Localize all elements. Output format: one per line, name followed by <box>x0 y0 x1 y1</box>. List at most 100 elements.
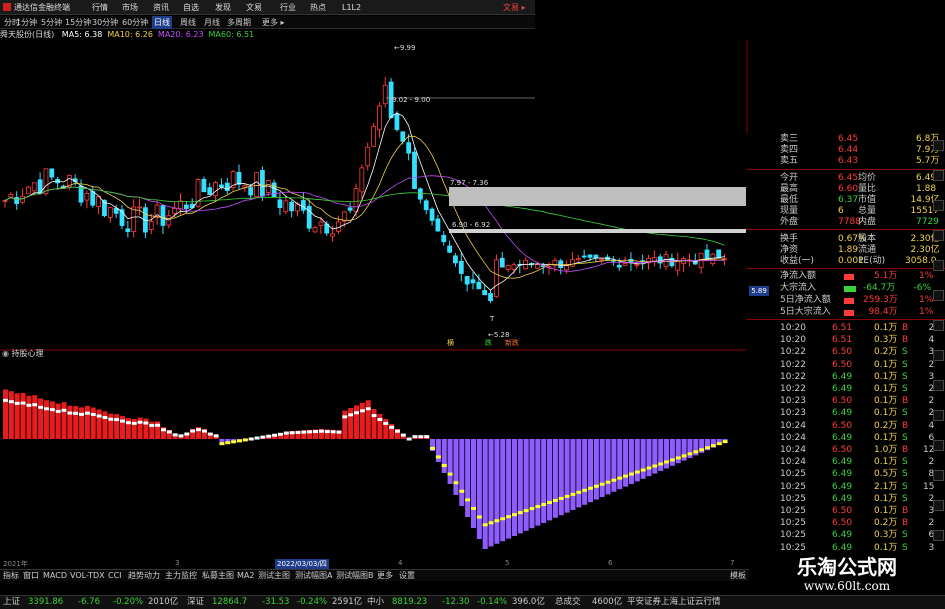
candle-body <box>178 200 183 210</box>
indicator-line-seg <box>190 429 196 433</box>
side-tool-icon[interactable] <box>933 350 944 361</box>
indicator-line-seg <box>277 432 283 436</box>
broker-name: 平安证券上海上证云行情 <box>627 597 721 607</box>
bottom-tab-7[interactable]: 私募主图 <box>202 570 234 582</box>
date-mark-1: 4 <box>398 559 403 567</box>
tick-dir-10: B <box>902 445 909 455</box>
side-tool-icon[interactable] <box>933 140 944 151</box>
candle-body <box>482 290 488 296</box>
ask-label-0: 卖三 <box>780 134 799 144</box>
template-button[interactable]: 模板 <box>730 570 746 582</box>
period-5[interactable]: 60分钟 <box>122 16 148 29</box>
indicator-line-seg <box>506 515 512 519</box>
index-name-1[interactable]: 深证 <box>187 596 204 609</box>
indicator-line-seg <box>628 472 634 476</box>
candle-body <box>441 235 447 243</box>
tick-dir-1: B <box>902 335 909 346</box>
candle-body <box>312 227 318 233</box>
indicator-line-seg <box>131 421 137 425</box>
menu-5[interactable]: 文易 <box>246 0 262 15</box>
menu-3[interactable]: 自选 <box>183 0 199 15</box>
tick-vol-3: 0.1万 <box>874 359 898 370</box>
period-4[interactable]: 30分钟 <box>92 16 118 29</box>
tick-price-12: 6.49 <box>832 469 853 480</box>
indicator-line-seg <box>49 408 55 412</box>
bottom-tab-8[interactable]: MA2 <box>237 570 254 582</box>
side-tool-icon[interactable] <box>933 380 944 391</box>
indicator-bar <box>342 410 348 439</box>
side-tool-icon[interactable] <box>933 200 944 211</box>
indicator-line-seg <box>102 415 108 419</box>
date-axis: 2021年 2022/03/03/四 3 4 5 6 7 <box>0 559 740 569</box>
period-1[interactable]: 1分钟 <box>16 16 37 29</box>
bottom-tab-5[interactable]: 趋势动力 <box>128 570 160 582</box>
indicator-line-seg <box>55 409 61 413</box>
candle-body <box>587 254 593 258</box>
period-7[interactable]: 周线 <box>180 16 196 29</box>
period-9[interactable]: 多周期 <box>227 16 251 29</box>
tick-vol-16: 0.2万 <box>874 518 898 529</box>
menu-2[interactable]: 资讯 <box>153 0 169 15</box>
bottom-tab-1[interactable]: 窗口 <box>23 570 39 582</box>
side-tool-icon[interactable] <box>933 500 944 511</box>
menu-4[interactable]: 发现 <box>215 0 231 15</box>
bottom-tab-0[interactable]: 指标 <box>3 570 19 582</box>
menu-8[interactable]: L1L2 <box>342 0 361 15</box>
bottom-tab-9[interactable]: 测试主图 <box>258 570 290 582</box>
indicator-line-seg <box>231 440 237 444</box>
indicator-bar <box>664 439 670 469</box>
candle-body <box>365 146 371 167</box>
period-10[interactable]: 更多 ▸ <box>262 16 285 29</box>
period-3[interactable]: 15分钟 <box>65 16 91 29</box>
menu-6[interactable]: 行业 <box>280 0 296 15</box>
indicator-line-seg <box>32 403 38 407</box>
indicator-line-seg <box>155 423 161 427</box>
indicator-bar <box>90 407 96 439</box>
index-pct-1: -0.24% <box>297 597 328 607</box>
tick-vol-14: 0.1万 <box>874 493 898 504</box>
tick-dir-3: S <box>902 359 908 370</box>
side-tool-icon[interactable] <box>933 290 944 301</box>
side-tool-icon[interactable] <box>933 260 944 271</box>
bottom-tab-3[interactable]: VOL-TDX <box>70 570 105 582</box>
tick-time-14: 10:25 <box>780 493 806 504</box>
side-tool-icon[interactable] <box>933 320 944 331</box>
index-name-2[interactable]: 中小 <box>367 596 384 609</box>
index-name-0[interactable]: 上证 <box>3 596 20 609</box>
menu-0[interactable]: 行情 <box>92 0 108 15</box>
side-tool-icon[interactable] <box>933 530 944 541</box>
period-6[interactable]: 日线 <box>152 16 172 29</box>
bottom-tab-4[interactable]: CCI <box>108 570 122 582</box>
index-amount-1: 2591亿 <box>332 597 363 607</box>
indicator-line-seg <box>336 430 342 434</box>
bottom-tab-11[interactable]: 测试幅图B <box>336 570 374 582</box>
menu-1[interactable]: 市场 <box>122 0 138 15</box>
side-tool-icon[interactable] <box>933 410 944 421</box>
menu-7[interactable]: 热点 <box>310 0 326 15</box>
kline-chart[interactable]: ←9.99 9.02 - 9.00 7.97 - 7.36 6.90 - 6.92 T ←… <box>0 40 749 569</box>
indicator-bar <box>506 439 512 539</box>
indicator-line-seg <box>79 412 85 416</box>
bottom-tab-2[interactable]: MACD <box>43 570 67 582</box>
period-8[interactable]: 月线 <box>204 16 220 29</box>
tick-time-17: 10:25 <box>780 530 806 541</box>
bottom-tab-13[interactable]: 设置 <box>399 570 415 582</box>
indicator-line-seg <box>96 414 102 418</box>
side-tool-icon[interactable] <box>933 230 944 241</box>
bottom-tab-10[interactable]: 测试幅图A <box>295 570 332 582</box>
indicator-bar <box>61 402 67 439</box>
bottom-tab-6[interactable]: 主力监控 <box>165 570 197 582</box>
side-tool-icon[interactable] <box>933 440 944 451</box>
divider <box>746 229 945 230</box>
side-tool-icon[interactable] <box>933 170 944 181</box>
indicator-line-seg <box>529 507 535 511</box>
indicator-line-seg <box>424 435 430 439</box>
bottom-tab-12[interactable]: 更多 <box>377 570 393 582</box>
candle-body <box>593 254 599 259</box>
indicator-line-seg <box>26 403 32 407</box>
tick-vol-6: 0.1万 <box>874 396 898 407</box>
period-2[interactable]: 5分钟 <box>41 16 62 29</box>
candle-body <box>125 228 131 232</box>
side-tool-icon[interactable] <box>933 470 944 481</box>
right-menu[interactable]: 文易 ▸ <box>503 0 526 15</box>
